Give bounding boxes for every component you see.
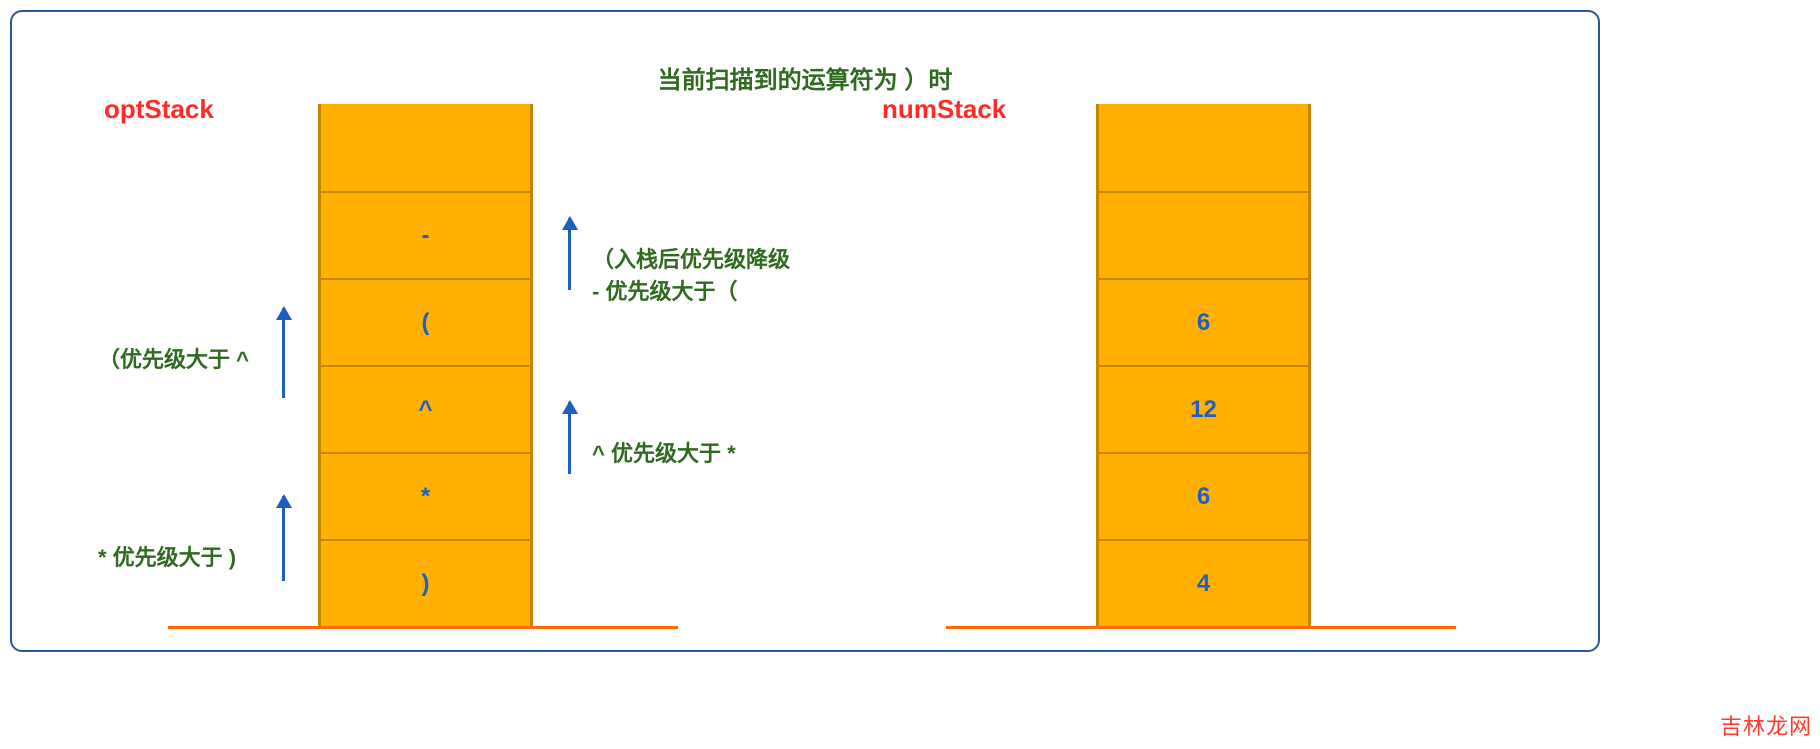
watermark: 吉林龙网	[1720, 709, 1812, 741]
numstack: 6 12 6 4	[1096, 104, 1311, 626]
numstack-cell-0	[1099, 104, 1308, 191]
numstack-cell-5: 4	[1099, 539, 1308, 626]
note-right-bottom: ^ 优先级大于 *	[592, 438, 736, 470]
optstack-cell-3: ^	[321, 365, 530, 452]
numstack-cell-3: 12	[1099, 365, 1308, 452]
numstack-baseline	[946, 626, 1456, 629]
optstack-cell-2: (	[321, 278, 530, 365]
arrow-right-top	[568, 218, 571, 290]
optstack-baseline	[168, 626, 678, 629]
note-right-top-line1: （入栈后优先级降级	[592, 247, 790, 272]
numstack-cell-4: 6	[1099, 452, 1308, 539]
note-left-bottom: * 优先级大于 )	[98, 542, 236, 574]
optstack-cell-5: )	[321, 539, 530, 626]
arrow-left-top	[282, 308, 285, 398]
numstack-label: numStack	[882, 94, 1006, 125]
note-left-top: （优先级大于 ^	[98, 344, 249, 376]
note-right-top: （入栈后优先级降级 - 优先级大于（	[592, 244, 790, 308]
diagram-title: 当前扫描到的运算符为 ）时	[658, 60, 953, 95]
optstack-cell-0	[321, 104, 530, 191]
diagram-canvas: 当前扫描到的运算符为 ）时 optStack - ( ^ * ) numStac…	[10, 10, 1600, 652]
optstack: - ( ^ * )	[318, 104, 533, 626]
optstack-cell-1: -	[321, 191, 530, 278]
arrow-left-bottom	[282, 496, 285, 581]
note-right-top-line2: - 优先级大于（	[592, 279, 737, 304]
numstack-cell-2: 6	[1099, 278, 1308, 365]
numstack-cell-1	[1099, 191, 1308, 278]
optstack-cell-4: *	[321, 452, 530, 539]
optstack-label: optStack	[104, 94, 214, 125]
arrow-right-bottom	[568, 402, 571, 474]
